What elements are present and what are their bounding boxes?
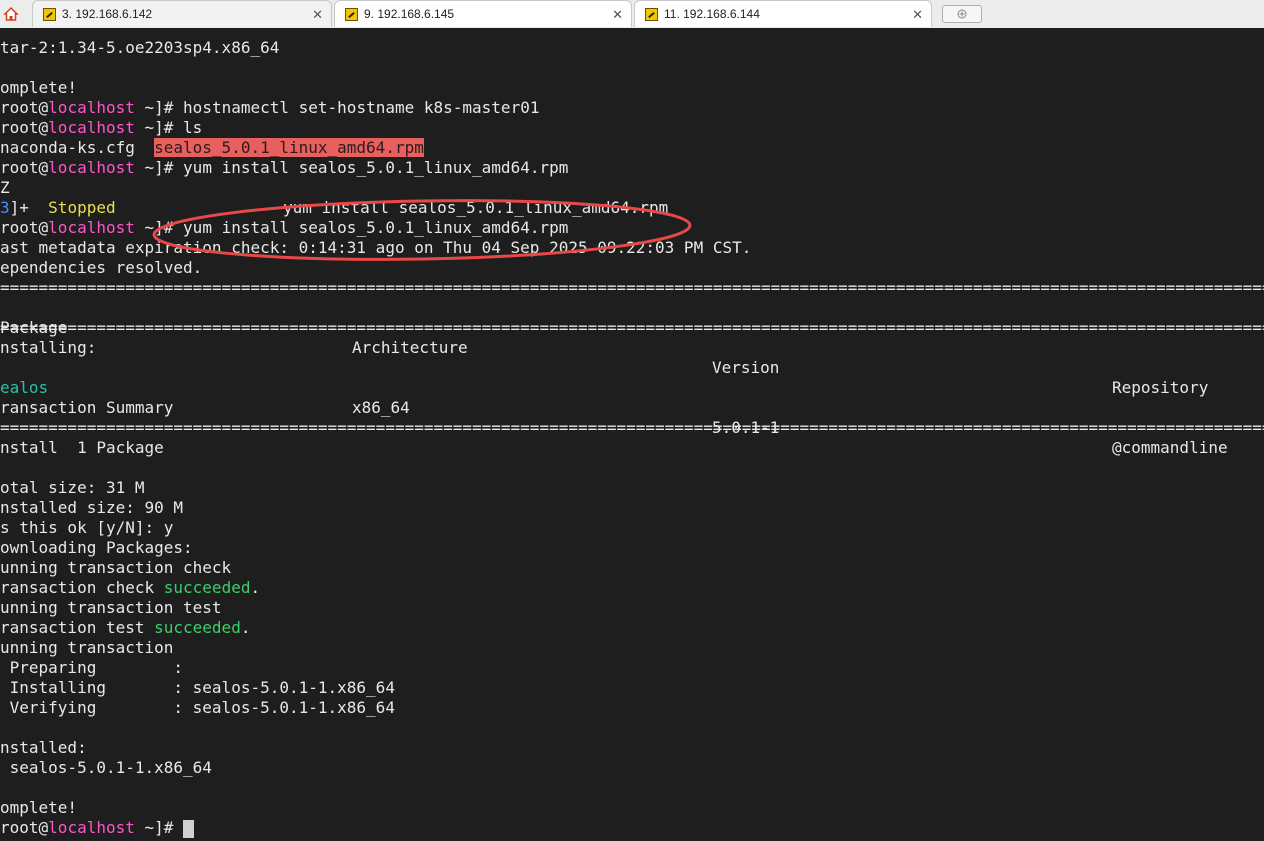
new-tab-button[interactable] [942, 5, 982, 23]
plus-icon [957, 9, 967, 19]
tab-label: 9. 192.168.6.145 [364, 7, 455, 21]
close-icon[interactable]: ✕ [312, 7, 323, 23]
tab-session-3[interactable]: 11. 192.168.6.144 ✕ [634, 0, 932, 27]
annotation-circle [152, 199, 692, 261]
home-icon[interactable] [0, 0, 22, 28]
tab-session-2[interactable]: 9. 192.168.6.145 ✕ [334, 0, 632, 27]
tab-label: 11. 192.168.6.144 [664, 7, 760, 21]
tab-bar: 3. 192.168.6.142 ✕ 9. 192.168.6.145 ✕ 11… [0, 0, 1264, 29]
terminal-key-icon [345, 7, 358, 21]
tab-label: 3. 192.168.6.142 [62, 7, 153, 21]
close-icon[interactable]: ✕ [912, 7, 923, 23]
terminal-key-icon [43, 7, 56, 21]
close-icon[interactable]: ✕ [612, 7, 623, 23]
terminal-key-icon [645, 7, 658, 21]
tab-session-1[interactable]: 3. 192.168.6.142 ✕ [32, 0, 332, 27]
annotation-overlay [152, 199, 692, 261]
